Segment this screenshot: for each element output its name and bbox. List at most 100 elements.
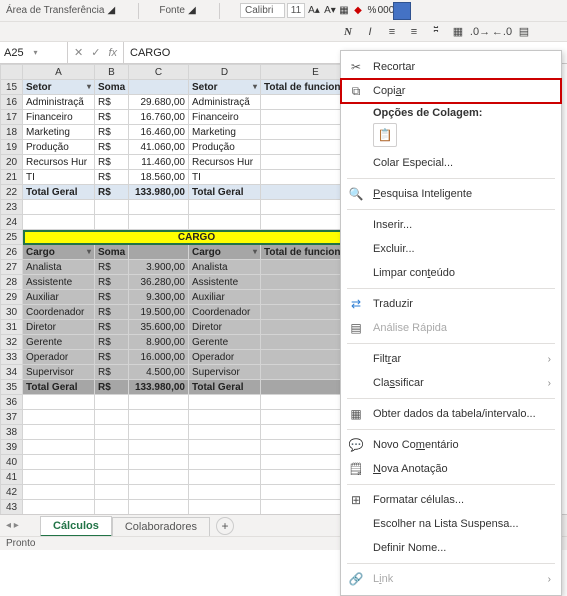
tab-calculos[interactable]: Cálculos bbox=[40, 516, 112, 537]
cell[interactable] bbox=[23, 410, 95, 425]
row-header[interactable]: 25 bbox=[1, 230, 23, 245]
cell[interactable]: Setor▾ bbox=[189, 80, 261, 95]
menu-insert[interactable]: Inserir... bbox=[341, 213, 561, 237]
cell[interactable] bbox=[189, 470, 261, 485]
cell[interactable]: Total Geral bbox=[189, 185, 261, 200]
cell[interactable] bbox=[95, 470, 129, 485]
cell[interactable]: Operador bbox=[23, 350, 95, 365]
cell[interactable] bbox=[189, 500, 261, 515]
cell[interactable] bbox=[129, 500, 189, 515]
menu-copy[interactable]: ⧉Copiar bbox=[341, 79, 561, 103]
cell[interactable] bbox=[129, 80, 189, 95]
cell[interactable] bbox=[189, 455, 261, 470]
cell[interactable]: R$ bbox=[95, 305, 129, 320]
row-header[interactable]: 23 bbox=[1, 200, 23, 215]
row-header[interactable]: 42 bbox=[1, 485, 23, 500]
borders-icon[interactable]: ▦ bbox=[337, 4, 351, 18]
paste-option-icon[interactable]: 📋 bbox=[373, 123, 397, 147]
cell[interactable] bbox=[95, 440, 129, 455]
dialog-launcher-icon[interactable]: ◢ bbox=[185, 4, 199, 18]
cell[interactable] bbox=[189, 200, 261, 215]
menu-clear[interactable]: Limpar conteúdo bbox=[341, 261, 561, 285]
cell[interactable]: R$ bbox=[95, 275, 129, 290]
cell[interactable]: R$ bbox=[95, 335, 129, 350]
row-header[interactable]: 29 bbox=[1, 290, 23, 305]
cell[interactable]: Auxiliar bbox=[189, 290, 261, 305]
cancel-icon[interactable]: ✕ bbox=[74, 46, 83, 59]
format-icon[interactable]: ▤ bbox=[516, 24, 532, 40]
cell[interactable]: Financeiro bbox=[23, 110, 95, 125]
cell[interactable]: R$ bbox=[95, 350, 129, 365]
cell[interactable]: 16.000,00 bbox=[129, 350, 189, 365]
row-header[interactable]: 34 bbox=[1, 365, 23, 380]
cell[interactable]: R$ bbox=[95, 260, 129, 275]
menu-sort[interactable]: Classificar› bbox=[341, 371, 561, 395]
cell[interactable]: R$ bbox=[95, 290, 129, 305]
cell[interactable] bbox=[129, 470, 189, 485]
cell[interactable]: Cargo▾ bbox=[23, 245, 95, 260]
cell[interactable]: Analista bbox=[189, 260, 261, 275]
cell[interactable]: R$ bbox=[95, 320, 129, 335]
cell[interactable]: 41.060,00 bbox=[129, 140, 189, 155]
cell[interactable] bbox=[129, 410, 189, 425]
row-header[interactable]: 32 bbox=[1, 335, 23, 350]
merged-cell[interactable]: CARGO bbox=[23, 230, 371, 245]
row-header[interactable]: 30 bbox=[1, 305, 23, 320]
menu-filter[interactable]: Filtrar› bbox=[341, 347, 561, 371]
cell[interactable] bbox=[95, 455, 129, 470]
cell[interactable]: Total Geral bbox=[189, 380, 261, 395]
cell[interactable]: Total Geral bbox=[23, 380, 95, 395]
cell[interactable]: R$ bbox=[95, 365, 129, 380]
add-sheet-button[interactable]: + bbox=[216, 517, 234, 535]
cell[interactable]: Recursos Hur bbox=[23, 155, 95, 170]
row-header[interactable]: 27 bbox=[1, 260, 23, 275]
cell[interactable]: 16.460,00 bbox=[129, 125, 189, 140]
merge-icon[interactable]: ⎶ bbox=[428, 24, 444, 40]
cell[interactable] bbox=[189, 395, 261, 410]
enter-icon[interactable]: ✓ bbox=[91, 46, 100, 59]
row-header[interactable]: 18 bbox=[1, 125, 23, 140]
cell[interactable]: 8.900,00 bbox=[129, 335, 189, 350]
col-header-B[interactable]: B bbox=[95, 65, 129, 80]
cell[interactable]: Soma de Salário bbox=[95, 80, 129, 95]
menu-get-data[interactable]: ▦Obter dados da tabela/intervalo... bbox=[341, 402, 561, 426]
menu-delete[interactable]: Excluir... bbox=[341, 237, 561, 261]
tab-nav-arrows[interactable]: ◂ ▸ bbox=[6, 520, 19, 531]
row-header[interactable]: 41 bbox=[1, 470, 23, 485]
cell[interactable]: Gerente bbox=[23, 335, 95, 350]
cell[interactable]: Diretor bbox=[23, 320, 95, 335]
cell[interactable] bbox=[189, 485, 261, 500]
cell[interactable]: Administraçã bbox=[23, 95, 95, 110]
col-header-A[interactable]: A bbox=[23, 65, 95, 80]
cell[interactable]: 133.980,00 bbox=[129, 380, 189, 395]
cell[interactable]: 4.500,00 bbox=[129, 365, 189, 380]
cell[interactable]: 18.560,00 bbox=[129, 170, 189, 185]
menu-cut[interactable]: ✂Recortar bbox=[341, 55, 561, 79]
font-size-box[interactable]: 11 bbox=[287, 3, 305, 18]
cell[interactable]: Produção bbox=[23, 140, 95, 155]
row-header[interactable]: 39 bbox=[1, 440, 23, 455]
cell[interactable] bbox=[95, 485, 129, 500]
cell[interactable]: Coordenador bbox=[23, 305, 95, 320]
row-header[interactable]: 17 bbox=[1, 110, 23, 125]
menu-pick-list[interactable]: Escolher na Lista Suspensa... bbox=[341, 512, 561, 536]
fill-color-icon[interactable]: ◆ bbox=[351, 4, 365, 18]
cell[interactable] bbox=[129, 215, 189, 230]
cell[interactable] bbox=[95, 395, 129, 410]
cell[interactable]: R$ bbox=[95, 380, 129, 395]
cell[interactable]: 11.460,00 bbox=[129, 155, 189, 170]
cell[interactable]: Total Geral bbox=[23, 185, 95, 200]
cell[interactable]: Supervisor bbox=[23, 365, 95, 380]
comma-icon[interactable]: 000 bbox=[379, 4, 393, 18]
cell[interactable] bbox=[129, 485, 189, 500]
cell[interactable]: 29.680,00 bbox=[129, 95, 189, 110]
cell[interactable]: Supervisor bbox=[189, 365, 261, 380]
cell[interactable] bbox=[23, 455, 95, 470]
cell[interactable]: 35.600,00 bbox=[129, 320, 189, 335]
col-header-C[interactable]: C bbox=[129, 65, 189, 80]
menu-smart-lookup[interactable]: 🔍Pesquisa Inteligente bbox=[341, 182, 561, 206]
bold-button[interactable]: N bbox=[340, 24, 356, 40]
cell[interactable] bbox=[129, 425, 189, 440]
cell[interactable]: Marketing bbox=[23, 125, 95, 140]
cell[interactable] bbox=[189, 425, 261, 440]
